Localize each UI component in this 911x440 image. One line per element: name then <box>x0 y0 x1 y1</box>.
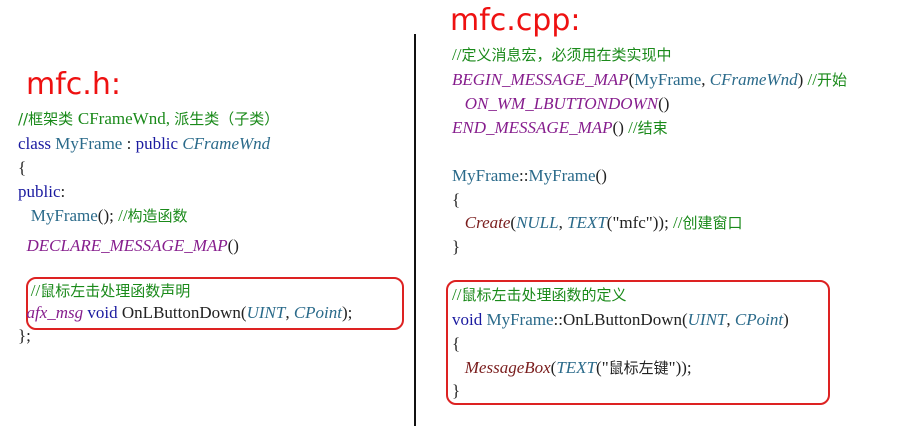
code-token: void <box>87 303 122 322</box>
code-token: OnLButtonDown <box>562 310 682 329</box>
code-line: void MyFrame::OnLButtonDown(UINT, CPoint… <box>452 309 789 331</box>
code-line: Create(NULL, TEXT("mfc")); //创建窗口 <box>452 212 743 234</box>
code-token: MyFrame <box>18 206 98 225</box>
code-token: 派生类（子类） <box>174 110 280 128</box>
code-token: { <box>452 334 461 353</box>
source-file-panel: mfc.cpp: //定义消息宏，必须用在类实现中 BEGIN_MESSAGE_… <box>418 0 911 440</box>
code-token: () <box>227 236 239 255</box>
code-line: //鼠标左击处理函数声明 <box>18 280 190 302</box>
code-token: 鼠标左击处理函数声明 <box>40 282 191 300</box>
code-token: ) <box>797 70 808 89</box>
code-token: OnLButtonDown <box>121 303 241 322</box>
code-token: TEXT <box>556 358 597 377</box>
code-token: MyFrame <box>55 134 123 153</box>
code-token: : <box>60 182 66 201</box>
code-token: (); <box>97 206 119 225</box>
code-token: //框架类 <box>18 110 78 128</box>
header-file-heading: mfc.h: <box>26 67 121 102</box>
code-token: ) <box>783 310 789 329</box>
code-token: END_MESSAGE_MAP <box>452 118 613 137</box>
header-file-panel: mfc.h: //框架类 CFrameWnd, 派生类（子类） class My… <box>0 0 412 440</box>
code-token: } <box>452 237 461 256</box>
code-token: // <box>18 281 41 300</box>
code-token: 创建窗口 <box>682 214 743 232</box>
code-token: 鼠标左击处理函数的定义 <box>461 286 627 304</box>
code-token: public <box>18 182 61 201</box>
code-line: MyFrame(); //构造函数 <box>18 205 188 227</box>
code-token: CPoint <box>734 310 784 329</box>
code-line: afx_msg void OnLButtonDown(UINT, CPoint)… <box>18 302 353 324</box>
code-token: ); <box>341 303 353 322</box>
code-token: Create <box>452 213 511 232</box>
code-line: //鼠标左击处理函数的定义 <box>452 284 626 306</box>
code-token: afx_msg <box>18 303 88 322</box>
code-token: 定义消息宏，必须用在类实现中 <box>461 46 672 64</box>
code-token: class <box>18 134 56 153</box>
code-token: ON_WM_LBUTTONDOWN <box>452 94 659 113</box>
code-line: //框架类 CFrameWnd, 派生类（子类） <box>18 108 279 130</box>
code-token: , <box>726 310 735 329</box>
code-token: 开始 <box>817 71 848 89</box>
code-token: :: <box>553 310 563 329</box>
code-token: CFrameWnd, <box>77 109 175 128</box>
code-token: // <box>673 213 683 232</box>
code-token: MyFrame <box>528 166 596 185</box>
code-token: }; <box>18 326 31 345</box>
code-token: :: <box>519 166 529 185</box>
code-token: , <box>285 303 294 322</box>
code-token: 鼠标左键 <box>608 359 669 377</box>
code-token: : <box>122 134 136 153</box>
code-line: { <box>452 189 460 211</box>
code-token: () <box>658 94 670 113</box>
code-token: (" <box>596 358 609 377</box>
code-token: DECLARE_MESSAGE_MAP <box>18 236 228 255</box>
code-token: public <box>135 134 183 153</box>
code-token: { <box>18 158 27 177</box>
code-line: { <box>452 333 460 355</box>
code-token: MyFrame <box>452 166 520 185</box>
source-file-heading: mfc.cpp: <box>450 3 581 38</box>
code-token: ")); <box>668 358 692 377</box>
code-token: UINT <box>687 310 727 329</box>
code-token: NULL <box>516 213 559 232</box>
code-line: ON_WM_LBUTTONDOWN() <box>452 93 670 115</box>
code-token: , <box>701 70 710 89</box>
code-token: // <box>807 70 817 89</box>
code-line: }; <box>18 325 31 347</box>
code-token: 构造函数 <box>127 207 188 225</box>
code-token: () <box>612 118 629 137</box>
code-line: public: <box>18 181 65 203</box>
code-token: } <box>452 381 461 400</box>
code-token: , <box>558 213 568 232</box>
code-token: () <box>595 166 607 185</box>
code-token: MyFrame <box>634 70 702 89</box>
code-token: CFrameWnd <box>709 70 798 89</box>
code-token: // <box>118 206 128 225</box>
code-line: class MyFrame : public CFrameWnd <box>18 133 270 155</box>
code-token: MyFrame <box>486 310 554 329</box>
code-line: END_MESSAGE_MAP() //结束 <box>452 117 668 139</box>
code-token: UINT <box>246 303 286 322</box>
code-token: MessageBox <box>452 358 551 377</box>
code-line: } <box>452 380 460 402</box>
code-token: { <box>452 190 461 209</box>
code-token: CPoint <box>293 303 342 322</box>
code-token: 结束 <box>637 119 668 137</box>
code-line: MyFrame::MyFrame() <box>452 165 607 187</box>
code-line: { <box>18 157 26 179</box>
code-token: // <box>628 118 638 137</box>
code-token: void <box>452 310 487 329</box>
code-token: BEGIN_MESSAGE_MAP <box>452 70 629 89</box>
code-line: //定义消息宏，必须用在类实现中 <box>452 44 671 66</box>
code-line: DECLARE_MESSAGE_MAP() <box>18 235 239 257</box>
code-token: CFrameWnd <box>182 134 271 153</box>
code-token: ("mfc")); <box>606 213 674 232</box>
panel-divider <box>414 34 416 426</box>
code-line: } <box>452 236 460 258</box>
code-token: TEXT <box>567 213 607 232</box>
code-line: MessageBox(TEXT("鼠标左键")); <box>452 357 692 379</box>
code-line: BEGIN_MESSAGE_MAP(MyFrame, CFrameWnd) //… <box>452 69 847 91</box>
